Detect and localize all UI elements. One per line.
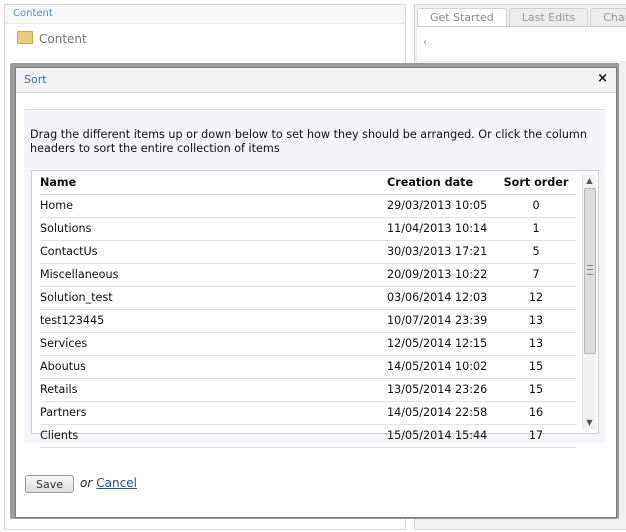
tab-last-edits[interactable]: Last Edits — [508, 8, 589, 26]
tree-item-label: Content — [39, 32, 87, 46]
sort-dialog: Sort × Drag the different items up or do… — [15, 67, 617, 518]
row-name: Miscellaneous — [40, 268, 119, 281]
dialog-body: Drag the different items up or down belo… — [24, 109, 605, 448]
row-sort-order: 15 — [528, 360, 544, 373]
table-row[interactable]: ContactUs 30/03/2013 17:21 5 — [40, 241, 576, 264]
table-row[interactable]: test123445 10/07/2014 23:39 13 — [40, 310, 576, 333]
row-creation-date: 30/03/2013 17:21 — [387, 245, 488, 258]
row-sort-order: 17 — [528, 429, 544, 442]
tab-get-started[interactable]: Get Started — [417, 8, 507, 26]
grip-icon — [587, 265, 593, 275]
table-row[interactable]: Solution_test 03/06/2014 12:03 12 — [40, 287, 576, 310]
dialog-footer: Save or Cancel — [25, 473, 137, 493]
dialog-title: Sort — [24, 73, 47, 86]
row-creation-date: 15/05/2014 15:44 — [387, 429, 488, 442]
table-row[interactable]: Solutions 11/04/2013 10:14 1 — [40, 218, 576, 241]
table-row[interactable]: Retails 13/05/2014 23:26 15 — [40, 379, 576, 402]
row-sort-order: 5 — [532, 245, 540, 258]
row-sort-order: 7 — [532, 268, 540, 281]
row-creation-date: 20/09/2013 10:22 — [387, 268, 488, 281]
row-name: Partners — [40, 406, 87, 419]
tab-changes[interactable]: Chan — [590, 8, 626, 26]
table-header: Name Creation date Sort order — [40, 176, 576, 195]
row-creation-date: 14/05/2014 22:58 — [387, 406, 488, 419]
row-name: Clients — [40, 429, 79, 442]
table-row[interactable]: Miscellaneous 20/09/2013 10:22 7 — [40, 264, 576, 287]
column-header-creation-date[interactable]: Creation date — [387, 176, 497, 189]
row-name: Solution_test — [40, 291, 113, 304]
row-sort-order: 12 — [528, 291, 544, 304]
row-name: ContactUs — [40, 245, 98, 258]
scroll-up-icon[interactable]: ▲ — [583, 175, 596, 187]
row-name: Services — [40, 337, 88, 350]
row-name: test123445 — [40, 314, 105, 327]
cancel-link[interactable]: Cancel — [96, 476, 137, 490]
table-row[interactable]: Services 12/05/2014 12:15 13 — [40, 333, 576, 356]
sort-table: Name Creation date Sort order Home 29/03… — [31, 170, 599, 448]
row-sort-order: 15 — [528, 383, 544, 396]
row-name: Aboutus — [40, 360, 86, 373]
table-row[interactable]: Partners 14/05/2014 22:58 16 — [40, 402, 576, 425]
dialog-header: Sort × — [16, 68, 616, 93]
table-row[interactable]: Aboutus 14/05/2014 10:02 15 — [40, 356, 576, 379]
table-row[interactable]: Clients 15/05/2014 15:44 17 — [40, 425, 576, 448]
save-button[interactable]: Save — [25, 474, 75, 493]
tab-content: ‹ — [417, 26, 626, 61]
row-name: Solutions — [40, 222, 92, 235]
row-creation-date: 29/03/2013 10:05 — [387, 199, 488, 212]
chevron-left-icon[interactable]: ‹ — [423, 37, 427, 48]
table-row[interactable]: Home 29/03/2013 10:05 0 — [40, 195, 576, 218]
column-header-sort-order[interactable]: Sort order — [492, 176, 580, 189]
scrollbar-thumb[interactable] — [584, 188, 596, 354]
scroll-down-icon[interactable]: ▼ — [583, 417, 596, 429]
row-creation-date: 12/05/2014 12:15 — [387, 337, 488, 350]
vertical-scrollbar[interactable]: ▲ ▼ — [582, 175, 596, 429]
row-creation-date: 11/04/2013 10:14 — [387, 222, 488, 235]
close-icon[interactable]: × — [597, 71, 608, 86]
folder-icon — [17, 31, 33, 44]
sort-instructions: Drag the different items up or down belo… — [30, 128, 587, 155]
dashboard-tabs: Get StartedLast EditsChan — [417, 8, 626, 26]
content-panel-header: Content — [5, 5, 405, 24]
row-creation-date: 13/05/2014 23:26 — [387, 383, 488, 396]
row-sort-order: 13 — [528, 314, 544, 327]
row-creation-date: 03/06/2014 12:03 — [387, 291, 488, 304]
row-creation-date: 10/07/2014 23:39 — [387, 314, 488, 327]
table-rows: Home 29/03/2013 10:05 0 Solutions 11/04/… — [40, 195, 576, 448]
or-text: or — [80, 476, 93, 490]
row-sort-order: 0 — [532, 199, 540, 212]
row-sort-order: 13 — [528, 337, 544, 350]
row-name: Home — [40, 199, 74, 212]
row-creation-date: 14/05/2014 10:02 — [387, 360, 488, 373]
column-header-name[interactable]: Name — [40, 176, 76, 189]
tree-item-content[interactable]: Content — [17, 30, 87, 48]
row-sort-order: 16 — [528, 406, 544, 419]
row-sort-order: 1 — [532, 222, 540, 235]
row-name: Retails — [40, 383, 78, 396]
